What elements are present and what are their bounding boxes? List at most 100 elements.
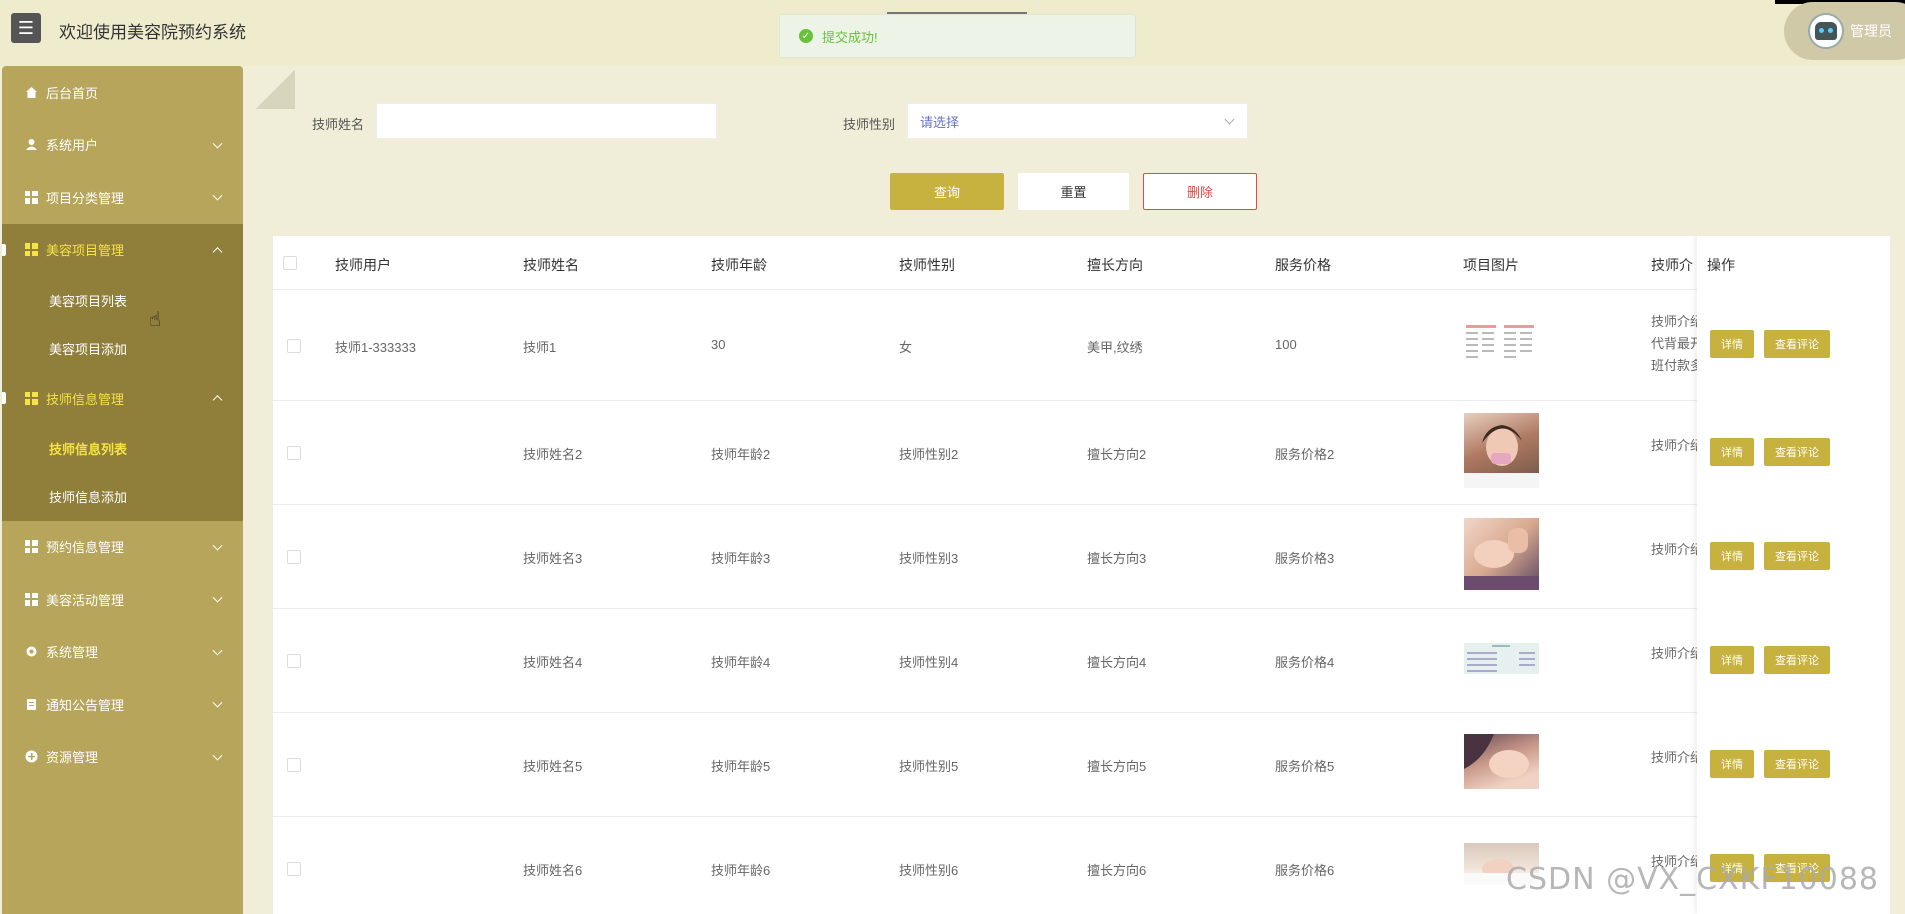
column-header: 技师姓名 (523, 257, 579, 273)
chevron-down-icon (212, 540, 223, 551)
sidebar-item-system[interactable]: 系统管理 (2, 626, 243, 679)
intro-line: 技师介绍 (1651, 750, 1697, 765)
chevron-down-icon (212, 138, 223, 149)
select-all-checkbox[interactable] (283, 256, 297, 270)
column-header: 操作 (1707, 257, 1735, 273)
cell-price: 服务价格4 (1275, 655, 1335, 670)
row-checkbox[interactable] (287, 758, 301, 772)
technician-table: 技师用户 技师姓名 技师年龄 技师性别 擅长方向 服务价格 项目图片 技师介 技… (273, 236, 1890, 914)
cell-intro: 技师介绍 (1651, 747, 1697, 769)
sidebar-item-label: 技师信息管理 (46, 391, 125, 407)
column-header: 擅长方向 (1087, 257, 1143, 273)
check-circle-icon: ✓ (799, 29, 813, 43)
view-reviews-button[interactable]: 查看评论 (1764, 330, 1830, 358)
cell-intro: 技师介绍 (1651, 539, 1697, 561)
hand-cursor-icon: ☝ (149, 309, 162, 331)
sidebar-item-label: 美容活动管理 (46, 592, 125, 608)
gender-label: 技师性别 (843, 117, 896, 132)
row-checkbox[interactable] (287, 550, 301, 564)
cell-intro: 技师介绍 (1651, 435, 1697, 457)
sidebar-item-technicians[interactable]: 技师信息管理 (2, 372, 243, 425)
table-row: 技师姓名2 技师年龄2 技师性别2 擅长方向2 服务价格2 技师介绍 (273, 401, 1890, 505)
grid-icon (24, 540, 38, 554)
sidebar-item-beauty-projects[interactable]: 美容项目管理 (2, 223, 243, 276)
sidebar-item-notices[interactable]: 通知公告管理 (2, 678, 243, 731)
sidebar-item-system-users[interactable]: 系统用户 (2, 119, 243, 172)
cell-intro: 技师介绍 (1651, 643, 1697, 665)
detail-button[interactable]: 详情 (1710, 330, 1754, 358)
row-checkbox[interactable] (287, 654, 301, 668)
sidebar-item-resources[interactable]: 资源管理 (2, 731, 243, 784)
sidebar-subitem-technician-add[interactable]: 技师信息添加 (2, 473, 243, 521)
view-reviews-button[interactable]: 查看评论 (1764, 542, 1830, 570)
intro-line: 技师介绍 (1651, 646, 1697, 661)
sidebar-subitem-project-add[interactable]: 美容项目添加 (2, 324, 243, 372)
cell-name: 技师姓名2 (523, 447, 583, 462)
view-reviews-button[interactable]: 查看评论 (1764, 750, 1830, 778)
cell-price: 服务价格5 (1275, 759, 1335, 774)
sidebar-item-label: 预约信息管理 (46, 540, 125, 556)
chevron-down-icon (212, 750, 223, 761)
chevron-up-icon (212, 246, 223, 257)
name-input[interactable] (376, 103, 717, 139)
column-header: 技师介 (1651, 257, 1693, 273)
operations-column: 操作 详情 查看评论 详情 查看评论 详情 查看评论 详情 查看评论 详情 查看… (1697, 236, 1890, 914)
grid-icon (24, 391, 38, 405)
view-reviews-button[interactable]: 查看评论 (1764, 646, 1830, 674)
sidebar: 后台首页 系统用户 项目分类管理 美容项目管理 美容项目列表 美容项目添加 技师… (2, 66, 243, 914)
home-icon (24, 85, 38, 99)
submenu-beauty-projects: 美容项目列表 美容项目添加 (2, 276, 243, 372)
sidebar-subitem-project-list[interactable]: 美容项目列表 (2, 276, 243, 324)
detail-button[interactable]: 详情 (1710, 542, 1754, 570)
cell-skill: 擅长方向3 (1087, 551, 1147, 566)
intro-line: 技师介绍 (1651, 438, 1697, 453)
cell-gender: 技师性别6 (899, 863, 959, 878)
cell-skill: 擅长方向6 (1087, 863, 1147, 878)
table-row: 技师1-333333 技师1 30 女 美甲,纹绣 100 技师介绍 代背最开 … (273, 290, 1890, 401)
submenu-technicians: 技师信息列表 技师信息添加 (2, 424, 243, 521)
sidebar-subitem-technician-list[interactable]: 技师信息列表 (2, 425, 243, 473)
cell-name: 技师姓名4 (523, 655, 583, 670)
toast-message: 提交成功! (822, 29, 878, 45)
column-header: 服务价格 (1275, 257, 1331, 273)
cell-name: 技师姓名5 (523, 759, 583, 774)
intro-line: 技师介绍 (1651, 542, 1697, 557)
chevron-down-icon (212, 645, 223, 656)
gear-icon (24, 645, 38, 659)
reset-button[interactable]: 重置 (1018, 173, 1129, 210)
sidebar-item-activities[interactable]: 美容活动管理 (2, 573, 243, 626)
query-button[interactable]: 查询 (890, 173, 1004, 210)
column-header: 技师用户 (335, 257, 391, 273)
row-checkbox[interactable] (287, 446, 301, 460)
row-checkbox[interactable] (287, 862, 301, 876)
detail-button[interactable]: 详情 (1710, 646, 1754, 674)
watermark-text: CSDN @VX_CXKF10088 (1506, 862, 1880, 897)
table-header-row: 技师用户 技师姓名 技师年龄 技师性别 擅长方向 服务价格 项目图片 技师介 (273, 236, 1890, 290)
user-menu[interactable]: 管理员 (1784, 2, 1905, 60)
menu-toggle-icon[interactable]: ☰ (11, 13, 41, 43)
sidebar-item-category[interactable]: 项目分类管理 (2, 171, 243, 224)
detail-button[interactable]: 详情 (1710, 750, 1754, 778)
row-checkbox[interactable] (287, 339, 301, 353)
table-row: 技师姓名5 技师年龄5 技师性别5 擅长方向5 服务价格5 技师介绍 (273, 713, 1890, 817)
cell-skill: 擅长方向2 (1087, 447, 1147, 462)
delete-button[interactable]: 删除 (1143, 173, 1257, 210)
sidebar-item-appointments[interactable]: 预约信息管理 (2, 521, 243, 574)
cell-price: 100 (1275, 337, 1297, 352)
view-reviews-button[interactable]: 查看评论 (1764, 438, 1830, 466)
avatar (1808, 13, 1844, 49)
chevron-down-icon (212, 697, 223, 708)
gender-select-placeholder: 请选择 (920, 114, 960, 130)
intro-line: 班付款多 (1651, 358, 1697, 373)
sidebar-item-label: 系统用户 (46, 138, 99, 154)
sidebar-item-home[interactable]: 后台首页 (2, 66, 243, 119)
grid-icon (24, 190, 38, 204)
table-row: 技师姓名3 技师年龄3 技师性别3 擅长方向3 服务价格3 技师介绍 (273, 505, 1890, 609)
cell-price: 服务价格3 (1275, 551, 1335, 566)
sidebar-item-label: 通知公告管理 (46, 697, 125, 713)
gender-select[interactable]: 请选择 (907, 103, 1248, 139)
cell-user: 技师1-333333 (335, 340, 416, 355)
cell-name: 技师1 (523, 340, 557, 355)
detail-button[interactable]: 详情 (1710, 438, 1754, 466)
name-label: 技师姓名 (312, 117, 365, 132)
